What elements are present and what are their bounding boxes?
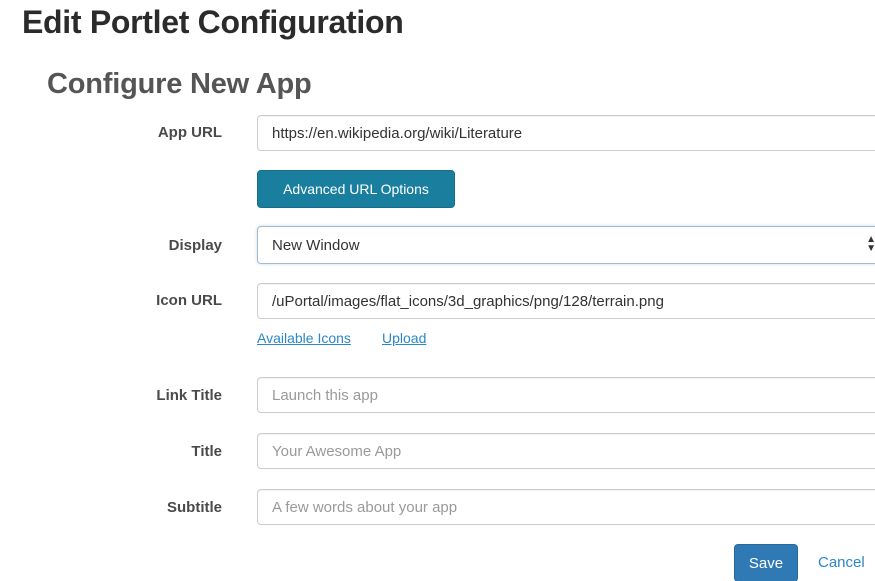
subtitle-input[interactable]: A few words about your app [257, 489, 875, 525]
app-url-value: https://en.wikipedia.org/wiki/Literature [272, 124, 523, 142]
link-title-input[interactable]: Launch this app [257, 377, 875, 413]
cancel-link[interactable]: Cancel [818, 554, 865, 571]
app-url-label: App URL [157, 124, 222, 141]
page-title: Edit Portlet Configuration [22, 4, 404, 40]
page: Edit Portlet Configuration Configure New… [0, 0, 875, 581]
icon-url-label: Icon URL [156, 292, 222, 309]
subtitle-label: Subtitle [167, 499, 222, 516]
save-button[interactable]: Save [734, 544, 798, 581]
select-updown-icon: ▲ ▼ [866, 234, 875, 254]
title-label: Title [191, 443, 222, 460]
display-label: Display [168, 237, 222, 254]
title-input[interactable]: Your Awesome App [257, 433, 875, 469]
available-icons-link[interactable]: Available Icons [257, 330, 351, 346]
title-placeholder: Your Awesome App [272, 442, 402, 460]
icon-url-input[interactable]: /uPortal/images/flat_icons/3d_graphics/p… [257, 283, 875, 319]
advanced-url-options-button[interactable]: Advanced URL Options [257, 170, 455, 208]
upload-link[interactable]: Upload [382, 330, 426, 346]
link-title-placeholder: Launch this app [272, 386, 378, 404]
display-selected-value: New Window [272, 236, 360, 254]
link-title-label: Link Title [156, 387, 222, 404]
icon-url-value: /uPortal/images/flat_icons/3d_graphics/p… [272, 292, 664, 310]
app-url-input[interactable]: https://en.wikipedia.org/wiki/Literature [257, 115, 875, 151]
display-select[interactable]: New Window ▲ ▼ [257, 226, 875, 264]
section-title: Configure New App [47, 68, 312, 100]
subtitle-placeholder: A few words about your app [272, 498, 458, 516]
